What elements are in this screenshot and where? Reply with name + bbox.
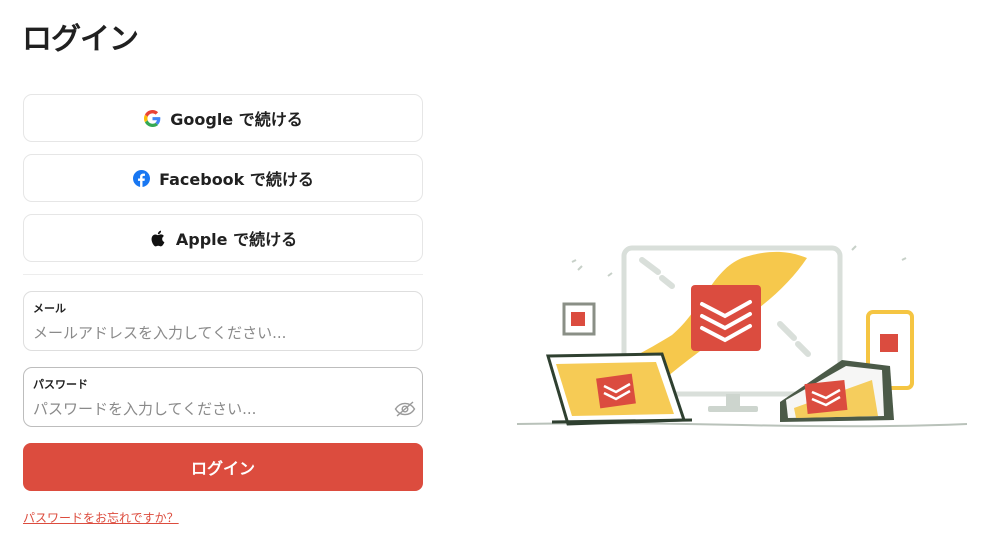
forgot-password-link[interactable]: パスワードをお忘れですか？: [23, 509, 179, 526]
password-field: パスワード: [23, 367, 423, 427]
google-login-button[interactable]: Google で続ける: [23, 94, 423, 142]
apple-login-label: Apple で続ける: [175, 230, 298, 249]
todoist-logo: [691, 285, 761, 351]
eye-off-icon[interactable]: [394, 401, 416, 417]
google-login-label: Google で続ける: [170, 110, 303, 129]
google-icon: [143, 109, 161, 127]
login-button[interactable]: ログイン: [23, 443, 423, 491]
login-page: ログイン Google で続ける Facebook で続ける Apple で続け…: [0, 0, 982, 540]
email-field: メール: [23, 291, 423, 351]
facebook-login-label: Facebook で続ける: [159, 170, 314, 189]
email-label: メール: [33, 302, 66, 315]
facebook-icon: [132, 169, 150, 187]
password-label: パスワード: [33, 378, 88, 391]
divider: [23, 274, 423, 275]
login-form: Google で続ける Facebook で続ける Apple で続ける メール: [23, 94, 423, 526]
email-input[interactable]: [33, 322, 413, 344]
apple-login-button[interactable]: Apple で続ける: [23, 214, 423, 262]
apple-icon: [149, 229, 167, 247]
password-input[interactable]: [33, 398, 383, 420]
devices-illustration: [516, 245, 968, 428]
page-title: ログイン: [22, 22, 139, 57]
facebook-login-button[interactable]: Facebook で続ける: [23, 154, 423, 202]
